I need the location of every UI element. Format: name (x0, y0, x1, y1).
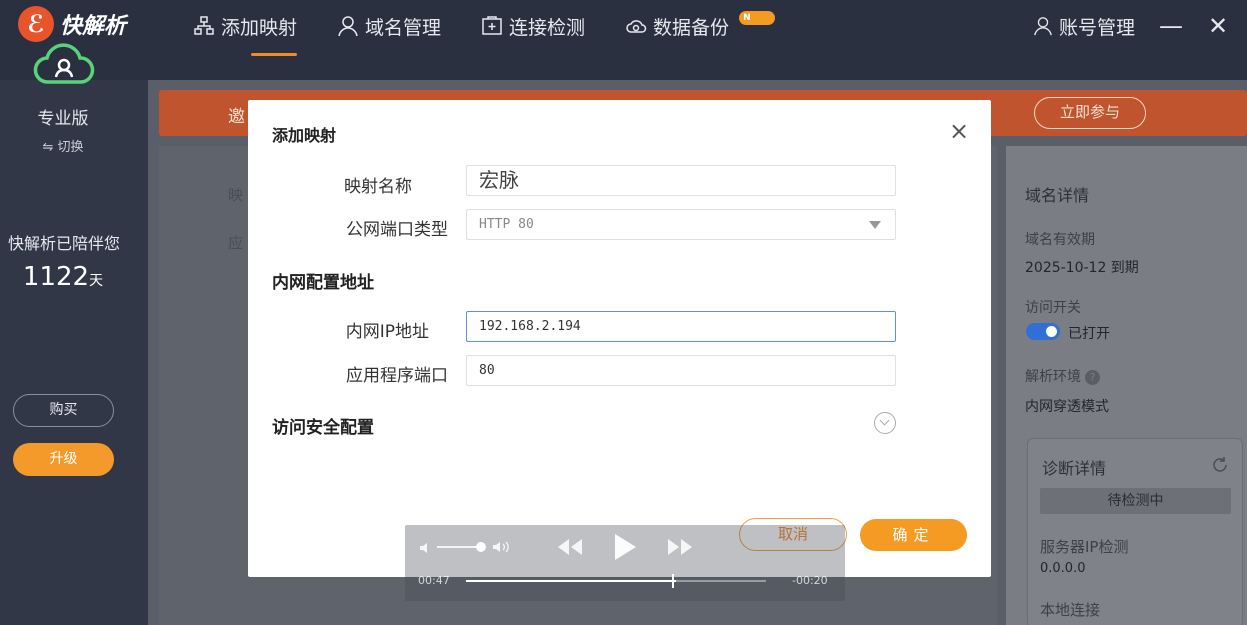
volume-knob[interactable] (476, 542, 486, 552)
server-ip-value: 0.0.0.0 (1040, 561, 1086, 576)
video-progress-bar[interactable] (466, 580, 766, 582)
intranet-section-title: 内网配置地址 (272, 273, 374, 293)
nav-label: 数据备份 (653, 16, 730, 39)
volume-high-icon[interactable] (492, 540, 512, 554)
diagnosis-title: 诊断详情 (1042, 459, 1107, 478)
nav-data-backup[interactable]: 数据备份 N (625, 10, 776, 42)
app-port-input[interactable]: 80 (466, 355, 896, 386)
sitemap-icon (194, 16, 214, 35)
server-ip-label: 服务器IP检测 (1040, 538, 1129, 556)
rewind-icon[interactable] (556, 537, 584, 557)
env-label: 解析环境 (1025, 369, 1081, 385)
validity-value: 2025-10-12 到期 (1025, 260, 1139, 276)
local-connection-label: 本地连接 (1040, 601, 1101, 619)
env-value: 内网穿透模式 (1025, 399, 1109, 415)
new-badge: N (739, 11, 776, 25)
days-count: 1122 (22, 262, 90, 292)
companion-days: 1122天 (0, 262, 126, 292)
plus-box-icon (482, 16, 502, 35)
user-icon (338, 16, 358, 37)
access-switch-value: 已打开 (1068, 326, 1110, 342)
nav-label: 连接检测 (509, 16, 586, 39)
intranet-ip-input[interactable]: 192.168.2.194 (466, 311, 896, 342)
expand-chevron-icon[interactable] (874, 412, 896, 434)
days-unit: 天 (89, 273, 104, 289)
account-management[interactable]: 账号管理 (1033, 10, 1135, 42)
help-icon[interactable]: ? (1085, 370, 1100, 385)
fast-forward-icon[interactable] (666, 537, 694, 557)
cloud-user-icon (33, 43, 95, 84)
join-now-button[interactable]: 立即参与 (1034, 97, 1146, 129)
sidebar (0, 80, 148, 625)
security-section-title: 访问安全配置 (272, 418, 374, 438)
validity-label: 域名有效期 (1025, 232, 1095, 248)
mapping-name-input[interactable]: 宏脉 (466, 165, 896, 196)
minimize-button[interactable]: — (1156, 10, 1186, 42)
app-port-label: 应用程序端口 (346, 366, 448, 386)
dialog-title: 添加映射 (272, 126, 337, 145)
env-label-row: 解析环境? (1025, 366, 1100, 386)
companion-text: 快解析已陪伴您 (7, 234, 120, 253)
progress-fill (466, 580, 676, 582)
dialog-close-button[interactable]: × (946, 118, 972, 144)
nav-add-mapping[interactable]: 添加映射 (193, 10, 298, 56)
port-type-select[interactable]: HTTP 80 (466, 209, 896, 240)
nav-label: 域名管理 (365, 16, 442, 39)
access-switch-label: 访问开关 (1025, 300, 1081, 316)
intranet-ip-label: 内网IP地址 (345, 322, 429, 342)
background-label: 应 (228, 234, 244, 252)
cloud-icon (626, 20, 647, 33)
progress-knob[interactable] (672, 574, 674, 588)
mapping-name-label: 映射名称 (344, 177, 412, 197)
refresh-icon[interactable] (1210, 455, 1230, 475)
diagnosis-status: 待检测中 (1040, 488, 1231, 514)
upgrade-button[interactable]: 升级 (13, 443, 114, 476)
buy-button[interactable]: 购买 (13, 394, 114, 427)
window-close-button[interactable]: ✕ (1203, 10, 1233, 42)
play-icon[interactable] (612, 532, 638, 562)
nav-label: 添加映射 (221, 16, 298, 39)
banner-text: 邀 (228, 107, 245, 127)
switch-edition-link[interactable]: ⇋ 切换 (0, 136, 126, 155)
confirm-button[interactable]: 确定 (860, 519, 967, 551)
access-toggle[interactable] (1026, 323, 1060, 340)
user-icon (1034, 17, 1052, 36)
nav-connection-check[interactable]: 连接检测 (481, 10, 585, 42)
chevron-down-icon (869, 221, 881, 229)
edition-label: 专业版 (37, 109, 89, 129)
port-type-value: HTTP 80 (479, 217, 534, 232)
app-logo: ℰ 快解析 (18, 6, 126, 42)
main-nav: 添加映射 域名管理 连接检测 数据备份 N (193, 10, 776, 56)
nav-domain-management[interactable]: 域名管理 (337, 10, 441, 42)
volume-low-icon[interactable] (419, 541, 433, 555)
account-label: 账号管理 (1058, 16, 1135, 39)
logo-mark-icon: ℰ (18, 6, 54, 42)
app-name: 快解析 (60, 14, 127, 39)
domain-details-title: 域名详情 (1025, 186, 1090, 205)
remaining-time: -00:20 (792, 574, 828, 587)
port-type-label: 公网端口类型 (346, 220, 448, 240)
current-time: 00:47 (418, 574, 450, 587)
